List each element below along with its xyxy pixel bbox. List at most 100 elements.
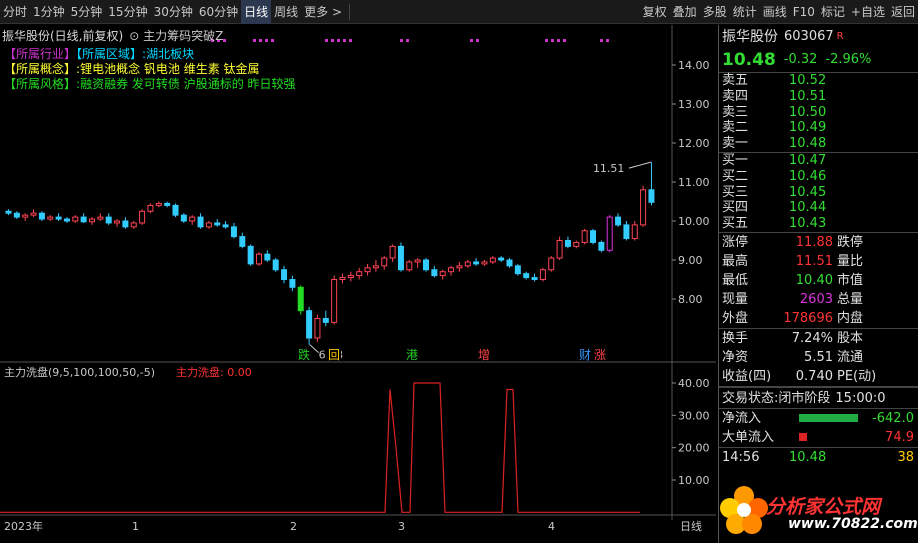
flow-bar (799, 414, 858, 423)
stat-label: 外盘 (722, 310, 749, 326)
tick-price: 10.48 (789, 449, 827, 465)
kline-chart[interactable]: 14.0013.0012.0011.0010.009.008.0011.516.… (0, 25, 716, 543)
tag-line-style: 【所属风格】:融资融券 发可转债 沪股通标的 昨日较强 (4, 77, 296, 92)
tick-time: 14:56 (722, 449, 760, 465)
period-tab[interactable]: 15分钟 (105, 0, 150, 24)
period-tab[interactable]: 1分钟 (30, 0, 68, 24)
candle-body (306, 310, 313, 339)
stats-block-1: 涨停 11.88 跌停 最高 11.51 量比 最低 10.40 市值 现量 2603 总量 外盘 178… (719, 233, 918, 329)
signal-dot (400, 39, 403, 42)
period-tab[interactable]: 60分钟 (196, 0, 241, 24)
candle-body (256, 253, 262, 265)
toolbar-action-button[interactable]: +自选 (848, 0, 888, 24)
period-tab[interactable]: 30分钟 (151, 0, 196, 24)
candle-body (431, 269, 438, 277)
event-marker: 涨 (594, 347, 606, 362)
period-tab[interactable]: 日线 (241, 0, 272, 24)
candle-body (615, 216, 622, 226)
toolbar-action-button[interactable]: 标记 (818, 0, 848, 24)
indicator-name[interactable]: ⊙ 主力筹码突破Z (129, 29, 223, 43)
candle-body (130, 222, 137, 228)
candle-body (289, 279, 296, 288)
candle-body (297, 286, 304, 312)
candle-body (498, 257, 505, 261)
candle-body (590, 230, 596, 243)
asks-row[interactable]: 卖五 10.52 (719, 73, 918, 89)
fund-flow: 净流入 -642.0 大单流入 74.9 (719, 409, 918, 447)
quote-panel: 振华股份 603067 R 10.48 -0.32 -2.96% 卖五 10.52… (718, 25, 918, 543)
asks-row[interactable]: 卖一 10.48 (719, 136, 918, 152)
tick-volume: 38 (897, 449, 914, 465)
stock-header: 振华股份 603067 R (719, 25, 918, 47)
period-tab[interactable]: 分时 (0, 0, 30, 24)
toolbar-action-button[interactable]: 画线 (760, 0, 790, 24)
candle-body (155, 202, 162, 206)
bids-row[interactable]: 买三 10.45 (719, 185, 918, 201)
tag-key-industry: 【所属行业】 (4, 47, 77, 61)
toolbar-action-button[interactable]: 复权 (640, 0, 670, 24)
stat-label: PE(动) (837, 368, 877, 384)
asks-row[interactable]: 卖二 10.49 (719, 120, 918, 136)
candle-body (281, 269, 288, 280)
bids-label: 买二 (722, 168, 749, 184)
status-label: 交易状态: (722, 390, 779, 406)
candle-body (139, 210, 146, 224)
bids-row[interactable]: 买一 10.47 (719, 153, 918, 169)
candle-body (481, 261, 488, 265)
chart-area[interactable]: 14.0013.0012.0011.0010.009.008.0011.516.… (0, 25, 716, 543)
stat-label: 涨停 (722, 234, 749, 250)
asks-label: 卖一 (722, 136, 749, 152)
stat-label: 净资 (722, 349, 749, 365)
stat-row: 外盘 178696 内盘 (719, 309, 918, 328)
date-tick-label: 2 (290, 520, 297, 533)
candle-body (389, 245, 396, 259)
signal-dot (349, 39, 352, 42)
period-tab[interactable]: 周线 (271, 0, 301, 24)
price-tick-label: 10.00 (678, 215, 710, 228)
stat-label: 收益(四) (722, 368, 772, 384)
candle-body (372, 265, 379, 269)
candle-body (72, 216, 79, 222)
signal-dot (259, 39, 262, 42)
watermark-logo: 分析家公式网 www.70822.com (712, 478, 918, 543)
asks-price: 10.51 (789, 88, 827, 104)
signal-dot (325, 39, 328, 42)
candle-body (531, 277, 538, 281)
stats-block-2: 换手 7.24% 股本 净资 5.51 流通 收益(四) 0.740 PE(动) (719, 329, 918, 387)
date-tick-label: 4 (548, 520, 555, 533)
candle-body (548, 257, 555, 271)
signal-dot (545, 39, 548, 42)
margin-badge: R (836, 30, 844, 42)
signal-dot (343, 39, 346, 42)
price-tick-label: 11.00 (678, 176, 710, 189)
stat-label: 内盘 (837, 310, 864, 326)
bids-row[interactable]: 买二 10.46 (719, 169, 918, 185)
stat-label: 最高 (722, 253, 749, 269)
period-tab[interactable]: 5分钟 (68, 0, 106, 24)
bids-row[interactable]: 买四 10.44 (719, 200, 918, 216)
period-tab[interactable]: 更多 > (301, 0, 345, 24)
watermark-url: www.70822.com (788, 516, 918, 532)
date-tick-label: 3 (398, 520, 405, 533)
event-marker: 财 (579, 348, 591, 362)
candle-body (172, 204, 179, 216)
asks-row[interactable]: 卖三 10.50 (719, 105, 918, 121)
toolbar-action-button[interactable]: 叠加 (670, 0, 700, 24)
candle-body (364, 267, 371, 273)
toolbar-action-button[interactable]: F10 (790, 0, 818, 24)
asks-row[interactable]: 卖四 10.51 (719, 89, 918, 105)
candle-body (523, 273, 530, 279)
toolbar-action-button[interactable]: 统计 (730, 0, 760, 24)
toolbar-action-button[interactable]: 返回 (888, 0, 918, 24)
tick-row: 14:56 10.48 38 (719, 446, 918, 467)
date-tick-label: 2023年 (4, 519, 43, 533)
stat-value: 178696 (783, 310, 833, 326)
status-time: 15:00:0 (835, 390, 886, 406)
toolbar-action-button[interactable]: 多股 (700, 0, 730, 24)
bids-price: 10.47 (789, 152, 827, 168)
signal-dot (600, 39, 603, 42)
bids-label: 买五 (722, 216, 749, 232)
bids-row[interactable]: 买五 10.43 (719, 216, 918, 232)
tag-key-style: 【所属风格】 (4, 77, 77, 91)
stat-value: 11.88 (795, 234, 833, 250)
